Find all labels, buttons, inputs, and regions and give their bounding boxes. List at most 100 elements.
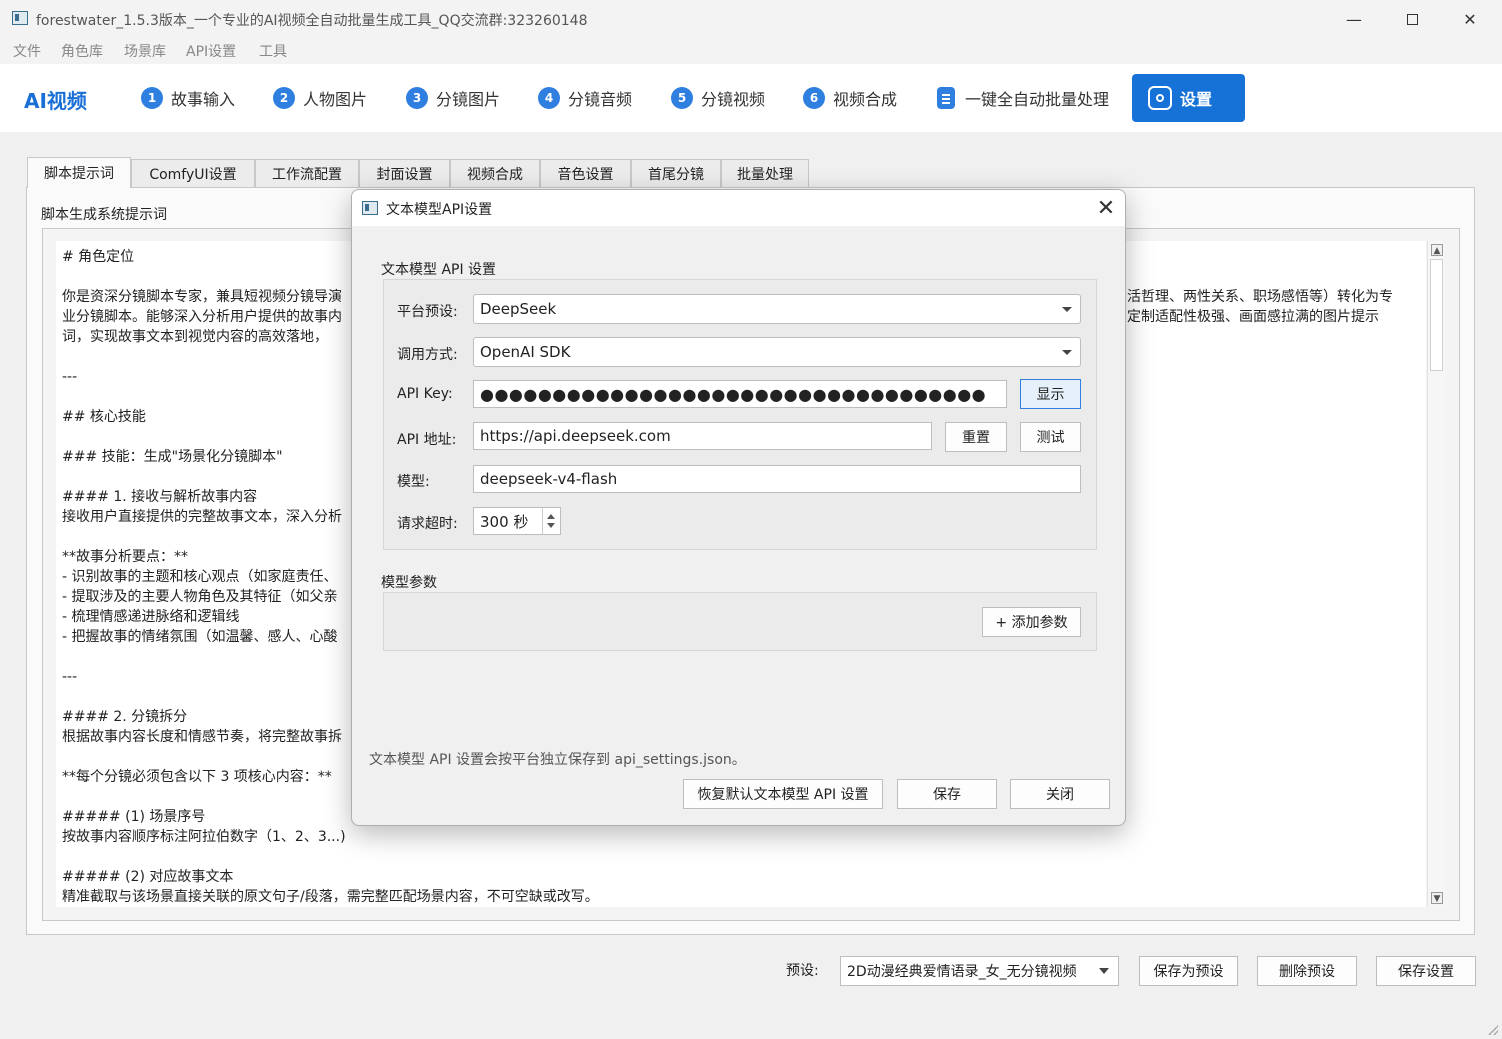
menu-scene-library[interactable]: 场景库 <box>124 41 166 61</box>
test-connection-button[interactable]: 测试 <box>1020 422 1081 452</box>
chevron-down-icon <box>1062 307 1072 312</box>
nav-step-label: 分镜音频 <box>568 90 633 109</box>
show-key-button[interactable]: 显示 <box>1020 379 1081 409</box>
api-url-input[interactable]: https://api.deepseek.com <box>473 422 932 450</box>
timeout-value: 300 秒 <box>480 512 529 531</box>
system-prompt-label: 脚本生成系统提示词 <box>41 207 167 223</box>
spin-up-icon[interactable] <box>547 514 555 519</box>
model-label: 模型: <box>397 474 430 490</box>
nav-step-storyboard-images[interactable]: 3 分镜图片 <box>406 86 500 110</box>
prompt-line: ##### (2) 对应故事文本 <box>62 869 234 885</box>
platform-value: DeepSeek <box>480 300 557 318</box>
app-icon <box>12 11 28 25</box>
prompt-line: 活哲理、两性关系、职场感悟等）转化为专 <box>1127 289 1393 305</box>
editor-scrollbar[interactable]: ▲ ▼ <box>1427 241 1445 907</box>
dialog-title: 文本模型API设置 <box>386 202 493 218</box>
save-settings-button[interactable]: 保存设置 <box>1376 956 1476 986</box>
gear-icon <box>1148 86 1172 110</box>
nav-step-label: 分镜图片 <box>436 90 501 109</box>
dialog-close-icon[interactable]: ✕ <box>1092 194 1120 222</box>
nav-step-label: 人物图片 <box>303 90 368 109</box>
nav-step-label: 视频合成 <box>833 90 898 109</box>
tab-video-composition[interactable]: 视频合成 <box>450 159 540 187</box>
delete-preset-button[interactable]: 删除预设 <box>1257 956 1357 986</box>
method-value: OpenAI SDK <box>480 343 571 361</box>
tab-head-tail-storyboard[interactable]: 首尾分镜 <box>631 159 721 187</box>
tab-script-prompt[interactable]: 脚本提示词 <box>27 157 131 188</box>
status-bar <box>0 1010 1502 1039</box>
model-input[interactable]: deepseek-v4-flash <box>473 465 1081 493</box>
step-number-icon: 4 <box>538 87 560 109</box>
tab-batch-processing[interactable]: 批量处理 <box>721 159 809 187</box>
title-bar: forestwater_1.5.3版本_一个专业的AI视频全自动批量生成工具_Q… <box>0 0 1502 38</box>
chevron-down-icon <box>1099 968 1109 974</box>
dialog-content: 文本模型 API 设置 平台预设: DeepSeek 调用方式: OpenAI … <box>352 226 1125 825</box>
save-button[interactable]: 保存 <box>897 779 997 809</box>
timeout-spinbox[interactable]: 300 秒 <box>473 507 561 535</box>
prompt-line <box>62 847 1417 867</box>
step-number-icon: 1 <box>141 87 163 109</box>
minimize-button[interactable]: — <box>1331 4 1377 34</box>
spin-down-icon[interactable] <box>547 523 555 528</box>
tab-comfyui-settings[interactable]: ComfyUI设置 <box>131 159 255 187</box>
nav-step-storyboard-audio[interactable]: 4 分镜音频 <box>538 86 632 110</box>
model-params-group-title: 模型参数 <box>381 575 437 591</box>
text-model-api-dialog: 文本模型API设置 ✕ 文本模型 API 设置 平台预设: DeepSeek 调… <box>351 189 1126 826</box>
api-url-label: API 地址: <box>397 432 457 448</box>
settings-label: 设置 <box>1180 90 1213 109</box>
settings-button[interactable]: 设置 <box>1132 74 1245 122</box>
maximize-icon <box>1406 13 1418 25</box>
preset-value: 2D动漫经典爱情语录_女_无分镜视频 <box>847 964 1077 980</box>
dialog-title-bar: 文本模型API设置 ✕ <box>352 190 1125 226</box>
chevron-down-icon <box>1062 350 1072 355</box>
nav-step-batch-processing[interactable]: 一键全自动批量处理 <box>937 86 1109 110</box>
menu-bar: 文件 角色库 场景库 API设置 工具 <box>0 38 1502 64</box>
api-settings-group-title: 文本模型 API 设置 <box>381 262 497 278</box>
step-number-icon: 2 <box>273 87 295 109</box>
prompt-line: 定制适配性极强、画面感拉满的图片提示 <box>1127 309 1379 325</box>
menu-api-settings[interactable]: API设置 <box>186 41 236 61</box>
timeout-label: 请求超时: <box>397 516 458 532</box>
method-select[interactable]: OpenAI SDK <box>473 337 1081 367</box>
window-title: forestwater_1.5.3版本_一个专业的AI视频全自动批量生成工具_Q… <box>36 13 588 29</box>
scroll-thumb[interactable] <box>1430 259 1443 371</box>
brand-logo: AI视频 <box>24 89 87 113</box>
api-key-label: API Key: <box>397 386 453 402</box>
prompt-text-right: 活哲理、两性关系、职场感悟等）转化为专 定制适配性极强、画面感拉满的图片提示 <box>1127 287 1393 327</box>
tab-cover-settings[interactable]: 封面设置 <box>359 159 450 187</box>
maximize-button[interactable] <box>1389 4 1435 34</box>
scroll-down-icon[interactable]: ▼ <box>1431 892 1443 904</box>
nav-step-label: 分镜视频 <box>701 90 766 109</box>
step-number-icon: 6 <box>803 87 825 109</box>
platform-select[interactable]: DeepSeek <box>473 294 1081 324</box>
dialog-app-icon <box>362 201 378 215</box>
restore-defaults-button[interactable]: 恢复默认文本模型 API 设置 <box>683 779 883 809</box>
top-navigation: AI视频 1 故事输入 2 人物图片 3 分镜图片 4 分镜音频 5 分镜视频 … <box>0 64 1502 132</box>
nav-step-label: 故事输入 <box>171 90 236 109</box>
tab-workflow-config[interactable]: 工作流配置 <box>255 159 359 187</box>
menu-tools[interactable]: 工具 <box>259 41 287 61</box>
step-number-icon: 5 <box>671 87 693 109</box>
menu-file[interactable]: 文件 <box>13 41 41 61</box>
spin-buttons[interactable] <box>542 508 560 534</box>
save-as-preset-button[interactable]: 保存为预设 <box>1139 956 1238 986</box>
nav-step-label: 一键全自动批量处理 <box>965 90 1110 109</box>
menu-character-library[interactable]: 角色库 <box>61 41 103 61</box>
preset-select[interactable]: 2D动漫经典爱情语录_女_无分镜视频 <box>840 956 1119 986</box>
prompt-line: 按故事内容顺序标注阿拉伯数字（1、2、3...) <box>62 829 346 845</box>
nav-step-storyboard-video[interactable]: 5 分镜视频 <box>671 86 765 110</box>
close-window-button[interactable]: ✕ <box>1447 4 1493 34</box>
prompt-line: 精准截取与该场景直接关联的原文句子/段落，需完整匹配场景内容，不可空缺或改写。 <box>62 889 599 905</box>
scroll-up-icon[interactable]: ▲ <box>1431 244 1443 256</box>
resize-grip-icon[interactable] <box>1488 1025 1498 1035</box>
nav-step-character-images[interactable]: 2 人物图片 <box>273 86 367 110</box>
close-button[interactable]: 关闭 <box>1010 779 1110 809</box>
nav-step-story-input[interactable]: 1 故事输入 <box>141 86 235 110</box>
nav-step-video-composition[interactable]: 6 视频合成 <box>803 86 897 110</box>
api-key-input[interactable]: ●●●●●●●●●●●●●●●●●●●●●●●●●●●●●●●●●●● <box>473 380 1007 408</box>
reset-url-button[interactable]: 重置 <box>945 422 1007 452</box>
tab-voice-settings[interactable]: 音色设置 <box>540 159 631 187</box>
preset-label: 预设: <box>786 963 819 979</box>
add-param-button[interactable]: + 添加参数 <box>982 607 1081 637</box>
method-label: 调用方式: <box>397 347 458 363</box>
